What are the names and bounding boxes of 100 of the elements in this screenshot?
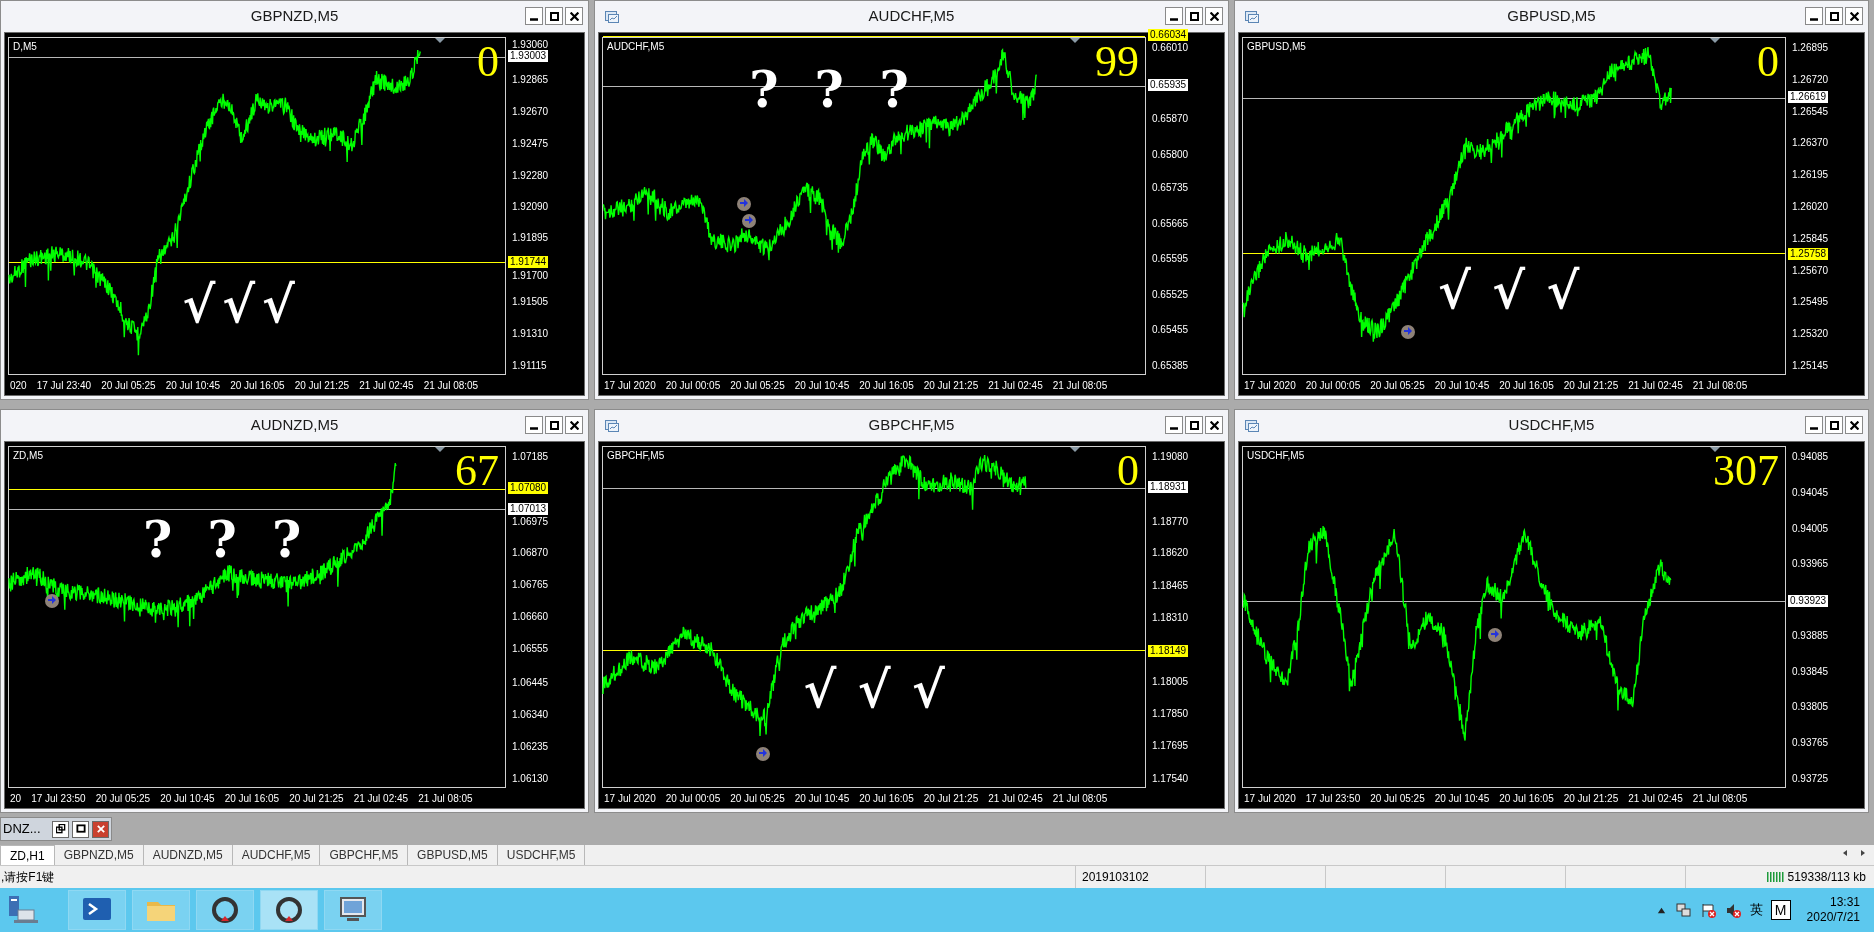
annotation-mark: ? bbox=[142, 515, 173, 565]
price-axis-label: 1.06555 bbox=[512, 641, 549, 656]
price-axis-label: 1.06660 bbox=[512, 609, 549, 624]
minimize-icon bbox=[1810, 17, 1818, 21]
close-icon bbox=[569, 11, 579, 21]
price-axis-label: 1.17850 bbox=[1152, 706, 1189, 721]
price-axis-label: 1.06870 bbox=[512, 545, 549, 560]
input-method-button[interactable]: M bbox=[1770, 900, 1791, 920]
time-axis-label: 21 Jul 02:45 bbox=[988, 791, 1043, 806]
price-axis-label: 1.06130 bbox=[512, 771, 549, 786]
close-button[interactable] bbox=[1845, 7, 1863, 25]
taskbar-app-button[interactable] bbox=[196, 890, 254, 930]
minimized-window[interactable]: DNZ... bbox=[0, 817, 112, 841]
minimize-button[interactable] bbox=[1165, 416, 1183, 434]
maximize-button[interactable] bbox=[1825, 416, 1843, 434]
trade-marker-icon bbox=[754, 746, 771, 763]
maximize-button[interactable] bbox=[545, 416, 563, 434]
price-axis-label: 1.06235 bbox=[512, 739, 549, 754]
restore-button[interactable] bbox=[52, 820, 69, 838]
time-axis-label: 21 Jul 02:45 bbox=[988, 378, 1043, 393]
maximize-button[interactable] bbox=[72, 820, 89, 838]
price-tag: 1.26619 bbox=[1788, 91, 1829, 104]
price-axis-label: 0.65455 bbox=[1152, 322, 1189, 337]
price-axis-label: 1.17695 bbox=[1152, 738, 1189, 753]
annotation-mark: √ bbox=[1546, 266, 1580, 317]
time-axis-label: 21 Jul 08:05 bbox=[1692, 378, 1748, 393]
minimize-icon bbox=[1170, 17, 1178, 21]
time-axis-label: 20 Jul 16:05 bbox=[1499, 791, 1554, 806]
counter-value: 0 bbox=[1117, 449, 1139, 493]
flag-alert-icon[interactable] bbox=[1699, 901, 1717, 919]
minimize-button[interactable] bbox=[1165, 7, 1183, 25]
time-axis-label: 20 bbox=[10, 791, 22, 806]
close-button[interactable] bbox=[1205, 416, 1223, 434]
price-axis-label: 1.92865 bbox=[512, 72, 549, 87]
time-axis-label: 20 Jul 05:25 bbox=[101, 378, 156, 393]
close-icon bbox=[1209, 11, 1219, 21]
annotation-mark: √ bbox=[911, 664, 945, 715]
price-axis-label: 1.92280 bbox=[512, 168, 549, 183]
price-tag: 1.91744 bbox=[508, 256, 549, 269]
maximize-button[interactable] bbox=[1185, 7, 1203, 25]
time-axis-label: 20 Jul 05:25 bbox=[1370, 378, 1425, 393]
annotation-mark: ? bbox=[271, 515, 302, 565]
price-axis-label: 1.19080 bbox=[1152, 449, 1189, 464]
close-button[interactable] bbox=[565, 416, 583, 434]
minimize-icon bbox=[530, 426, 538, 430]
time-axis-label: 20 Jul 05:25 bbox=[1370, 791, 1425, 806]
maximize-button[interactable] bbox=[1185, 416, 1203, 434]
counter-value: 0 bbox=[1757, 40, 1779, 84]
window-title: GBPNZD,M5 bbox=[250, 6, 339, 27]
taskbar-app-button[interactable] bbox=[324, 890, 382, 930]
price-axis-label: 1.93060 bbox=[512, 37, 549, 51]
price-axis-label: 1.25145 bbox=[1792, 358, 1829, 373]
trade-marker-icon bbox=[1400, 323, 1417, 340]
taskbar-app-button[interactable] bbox=[260, 890, 318, 930]
price-axis-label: 0.93725 bbox=[1792, 771, 1829, 786]
time-axis-label: 20 Jul 10:45 bbox=[794, 378, 850, 393]
close-button[interactable] bbox=[565, 7, 583, 25]
price-axis-label: 1.26895 bbox=[1792, 40, 1829, 55]
time-axis-label: 21 Jul 02:45 bbox=[1628, 791, 1683, 806]
price-tag: 1.93003 bbox=[508, 50, 549, 63]
clock-time: 13:31 bbox=[1829, 895, 1860, 910]
time-axis-label: 20 Jul 21:25 bbox=[923, 378, 979, 393]
price-axis-label: 0.94005 bbox=[1792, 521, 1829, 536]
time-axis-label: 21 Jul 08:05 bbox=[1692, 791, 1748, 806]
maximize-button[interactable] bbox=[545, 7, 563, 25]
price-axis-label: 0.93885 bbox=[1792, 628, 1829, 643]
price-axis-label: 0.65525 bbox=[1152, 287, 1189, 302]
server-icon[interactable] bbox=[6, 894, 40, 926]
chart-tab[interactable]: ZD,H1 bbox=[0, 845, 55, 865]
time-axis-label: 20 Jul 16:05 bbox=[1499, 378, 1554, 393]
price-axis-label: 1.91310 bbox=[512, 326, 549, 341]
taskbar-app-button[interactable] bbox=[68, 890, 126, 930]
minimize-button[interactable] bbox=[1805, 416, 1823, 434]
price-tag: 1.25758 bbox=[1788, 247, 1829, 260]
time-axis-label: 20 Jul 10:45 bbox=[165, 378, 221, 393]
annotation-mark: √ bbox=[261, 279, 295, 330]
time-axis-label: 21 Jul 02:45 bbox=[1628, 378, 1683, 393]
minimize-button[interactable] bbox=[525, 7, 543, 25]
maximize-button[interactable] bbox=[1825, 7, 1843, 25]
network-icon[interactable] bbox=[1674, 901, 1692, 919]
price-tag: 0.65935 bbox=[1148, 79, 1189, 92]
minimize-button[interactable] bbox=[525, 416, 543, 434]
price-axis-label: 1.92090 bbox=[512, 199, 549, 214]
close-icon bbox=[569, 420, 579, 430]
shift-marker-icon bbox=[1709, 447, 1720, 452]
time-axis-label: 20 Jul 00:05 bbox=[665, 378, 721, 393]
shift-marker-icon bbox=[1069, 447, 1080, 452]
maximize-icon bbox=[1189, 11, 1199, 21]
price-axis-label: 1.91115 bbox=[512, 358, 547, 373]
minimize-icon bbox=[1810, 426, 1818, 430]
close-button[interactable] bbox=[1205, 7, 1223, 25]
price-axis-label: 1.26195 bbox=[1792, 167, 1829, 182]
annotation-mark: √ bbox=[857, 664, 891, 715]
price-axis-label: 0.65870 bbox=[1152, 111, 1189, 126]
time-axis-label: 21 Jul 08:05 bbox=[418, 791, 473, 806]
price-axis-label: 1.17540 bbox=[1152, 771, 1189, 786]
language-indicator[interactable]: 英 bbox=[1749, 900, 1763, 920]
close-button[interactable] bbox=[1845, 416, 1863, 434]
minimize-button[interactable] bbox=[1805, 7, 1823, 25]
minimize-icon bbox=[1170, 426, 1178, 430]
